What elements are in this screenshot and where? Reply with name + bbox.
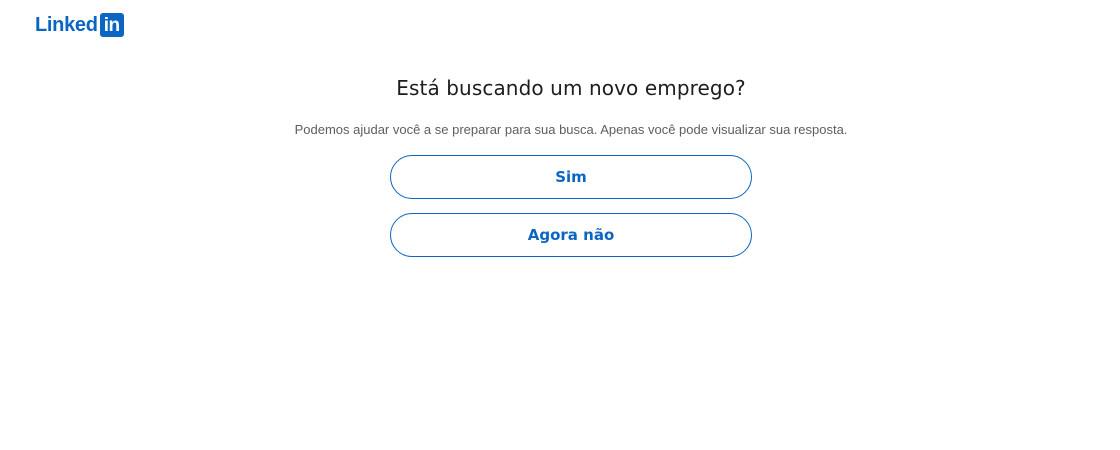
page: Linked in Está buscando um novo emprego?… bbox=[0, 0, 1120, 450]
not-now-button[interactable]: Agora não bbox=[390, 213, 752, 257]
logo-wordmark: Linked bbox=[35, 14, 98, 36]
prompt-title: Está buscando um novo emprego? bbox=[396, 76, 746, 100]
logo-in-box: in bbox=[99, 13, 124, 37]
job-seeking-prompt: Está buscando um novo emprego? Podemos a… bbox=[0, 74, 1120, 257]
yes-button[interactable]: Sim bbox=[390, 155, 752, 199]
prompt-description: Podemos ajudar você a se preparar para s… bbox=[294, 122, 848, 137]
answer-buttons: Sim Agora não bbox=[390, 155, 752, 257]
linkedin-logo[interactable]: Linked in bbox=[35, 13, 124, 37]
